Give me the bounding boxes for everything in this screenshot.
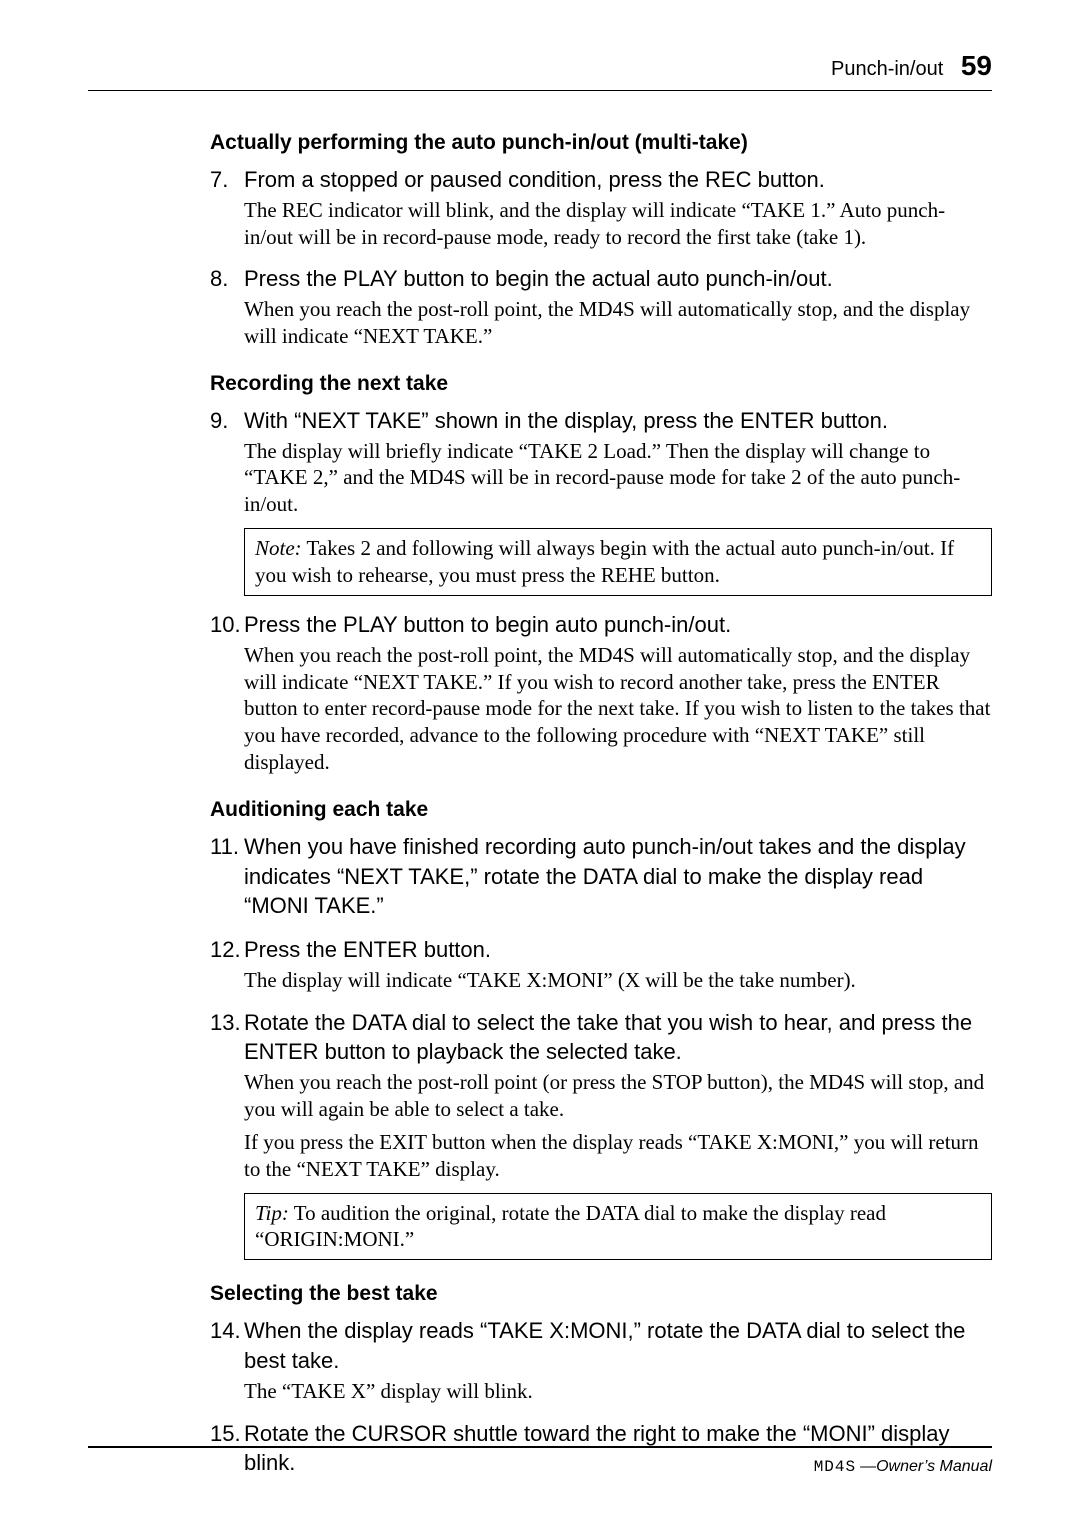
step-body: When you reach the post-roll point (or p… <box>244 1069 992 1183</box>
step-body-text: The display will briefly indicate “TAKE … <box>244 438 992 519</box>
footer-text: —Owner’s Manual <box>860 1458 992 1475</box>
step-number: 9. <box>210 406 244 436</box>
subheading-performing: Actually performing the auto punch-in/ou… <box>210 131 992 155</box>
step-11: 11.When you have finished recording auto… <box>210 832 992 921</box>
step-head: 7.From a stopped or paused condition, pr… <box>244 165 992 195</box>
page-footer: MD4S—Owner’s Manual <box>88 1446 992 1476</box>
step-number: 13. <box>210 1008 244 1038</box>
note-label: Note: <box>255 536 302 560</box>
step-number: 11. <box>210 832 244 862</box>
step-head: 12.Press the ENTER button. <box>244 935 992 965</box>
step-body-text: The “TAKE X” display will blink. <box>244 1378 992 1405</box>
step-body: The REC indicator will blink, and the di… <box>244 197 992 251</box>
running-header: Punch-in/out 59 <box>88 50 992 91</box>
step-title: Press the PLAY button to begin auto punc… <box>244 612 731 637</box>
step-number: 8. <box>210 264 244 294</box>
step-body: The display will indicate “TAKE X:MONI” … <box>244 967 992 994</box>
subheading-auditioning: Auditioning each take <box>210 798 992 822</box>
step-list: 7.From a stopped or paused condition, pr… <box>210 165 992 350</box>
step-head: 9.With “NEXT TAKE” shown in the display,… <box>244 406 992 436</box>
step-body-text: The display will indicate “TAKE X:MONI” … <box>244 967 992 994</box>
tip-label: Tip: <box>255 1201 289 1225</box>
step-head: 14.When the display reads “TAKE X:MONI,”… <box>244 1316 992 1375</box>
step-body-text: The REC indicator will blink, and the di… <box>244 197 992 251</box>
step-list: 11.When you have finished recording auto… <box>210 832 992 1260</box>
step-list: 9.With “NEXT TAKE” shown in the display,… <box>210 406 992 776</box>
step-head: 8.Press the PLAY button to begin the act… <box>244 264 992 294</box>
tip-text: To audition the original, rotate the DAT… <box>255 1201 886 1252</box>
subheading-next-take: Recording the next take <box>210 372 992 396</box>
step-body: The “TAKE X” display will blink. <box>244 1378 992 1405</box>
step-10: 10.Press the PLAY button to begin auto p… <box>210 610 992 776</box>
tip-box: Tip: To audition the original, rotate th… <box>244 1193 992 1261</box>
step-body: The display will briefly indicate “TAKE … <box>244 438 992 519</box>
page: Punch-in/out 59 Actually performing the … <box>0 0 1080 1528</box>
product-logo: MD4S <box>814 1458 856 1476</box>
step-head: 13.Rotate the DATA dial to select the ta… <box>244 1008 992 1067</box>
step-7: 7.From a stopped or paused condition, pr… <box>210 165 992 250</box>
step-body-text: When you reach the post-roll point, the … <box>244 296 992 350</box>
page-number: 59 <box>961 50 992 81</box>
step-head: 11.When you have finished recording auto… <box>244 832 992 921</box>
step-title: When you have finished recording auto pu… <box>244 834 966 918</box>
step-number: 7. <box>210 165 244 195</box>
step-9: 9.With “NEXT TAKE” shown in the display,… <box>210 406 992 596</box>
step-body-text: If you press the EXIT button when the di… <box>244 1129 992 1183</box>
content-area: Actually performing the auto punch-in/ou… <box>210 131 992 1478</box>
step-title: With “NEXT TAKE” shown in the display, p… <box>244 408 888 433</box>
step-number: 10. <box>210 610 244 640</box>
step-title: When the display reads “TAKE X:MONI,” ro… <box>244 1318 965 1373</box>
step-title: Rotate the DATA dial to select the take … <box>244 1010 972 1065</box>
step-head: 10.Press the PLAY button to begin auto p… <box>244 610 992 640</box>
step-body: When you reach the post-roll point, the … <box>244 296 992 350</box>
subheading-selecting: Selecting the best take <box>210 1282 992 1306</box>
step-13: 13.Rotate the DATA dial to select the ta… <box>210 1008 992 1261</box>
step-number: 12. <box>210 935 244 965</box>
step-title: From a stopped or paused condition, pres… <box>244 167 825 192</box>
step-body-text: When you reach the post-roll point, the … <box>244 642 992 776</box>
step-title: Press the ENTER button. <box>244 937 491 962</box>
step-12: 12.Press the ENTER button. The display w… <box>210 935 992 994</box>
step-title: Press the PLAY button to begin the actua… <box>244 266 833 291</box>
note-text: Takes 2 and following will always begin … <box>255 536 954 587</box>
step-body-text: When you reach the post-roll point (or p… <box>244 1069 992 1123</box>
step-14: 14.When the display reads “TAKE X:MONI,”… <box>210 1316 992 1404</box>
step-body: When you reach the post-roll point, the … <box>244 642 992 776</box>
note-box: Note: Takes 2 and following will always … <box>244 528 992 596</box>
section-title: Punch-in/out <box>831 58 943 80</box>
step-number: 14. <box>210 1316 244 1346</box>
step-8: 8.Press the PLAY button to begin the act… <box>210 264 992 349</box>
step-number: 15. <box>210 1419 244 1449</box>
